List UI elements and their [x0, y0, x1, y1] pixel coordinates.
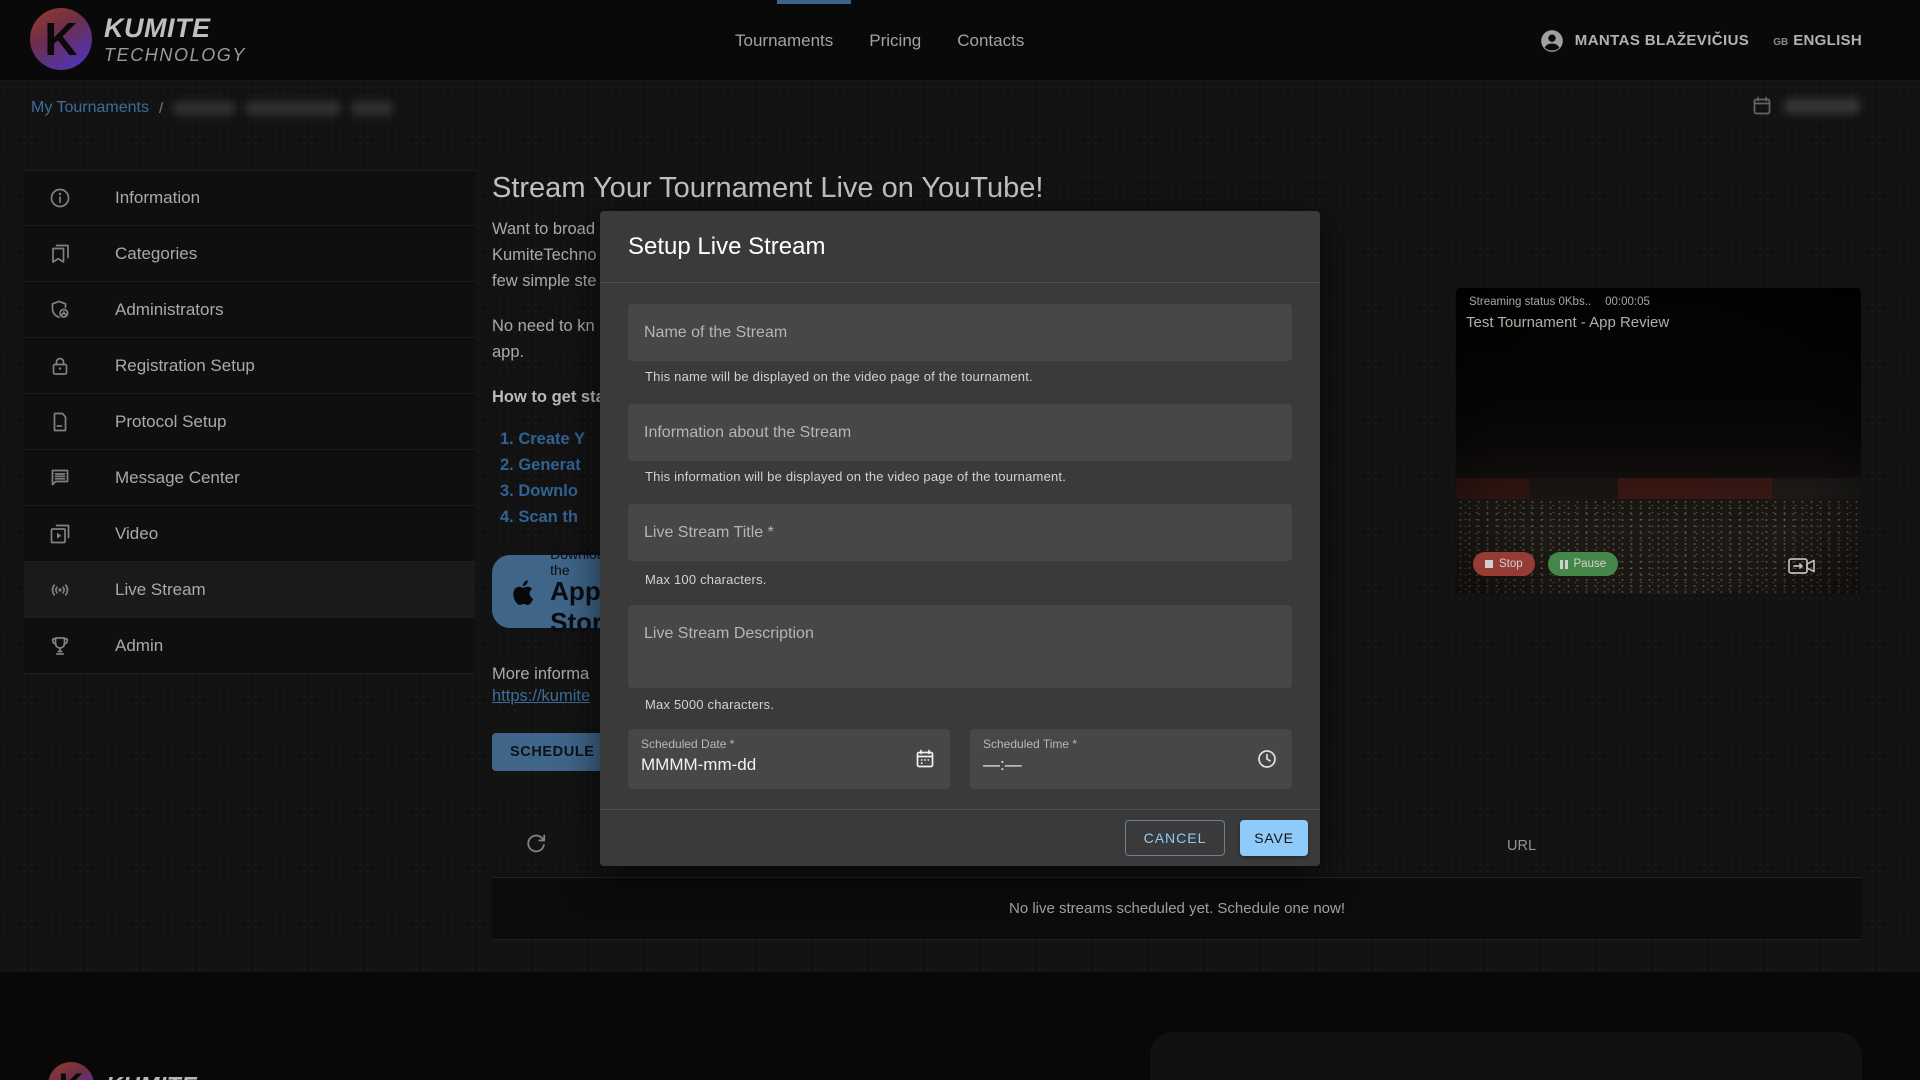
- scheduled-time-value: —:—: [983, 755, 1022, 775]
- stream-description-helper: Max 5000 characters.: [645, 697, 774, 712]
- stream-title-helper: Max 100 characters.: [645, 572, 767, 587]
- stream-name-input[interactable]: [628, 304, 1292, 361]
- stream-name-helper: This name will be displayed on the video…: [645, 369, 1033, 384]
- stream-info-input[interactable]: [628, 404, 1292, 461]
- app-root: K KUMITE TECHNOLOGY Tournaments Pricing …: [0, 0, 1920, 1080]
- scheduled-date-label: Scheduled Date *: [641, 737, 734, 751]
- scheduled-time-picker[interactable]: Scheduled Time * —:—: [970, 729, 1292, 789]
- stream-title-input[interactable]: [628, 504, 1292, 561]
- schedule-row: Scheduled Date * MMMM-mm-dd Scheduled Ti…: [628, 729, 1292, 789]
- dialog-title: Setup Live Stream: [628, 233, 825, 261]
- scheduled-time-label: Scheduled Time *: [983, 737, 1077, 751]
- save-button[interactable]: SAVE: [1240, 820, 1308, 856]
- stream-description-input[interactable]: [628, 605, 1292, 688]
- scheduled-date-picker[interactable]: Scheduled Date * MMMM-mm-dd: [628, 729, 950, 789]
- scheduled-date-value: MMMM-mm-dd: [641, 755, 756, 775]
- setup-live-stream-dialog: Setup Live Stream This name will be disp…: [600, 211, 1320, 866]
- dialog-footer: CANCEL SAVE: [600, 809, 1320, 866]
- cancel-button[interactable]: CANCEL: [1125, 820, 1225, 856]
- dialog-header: Setup Live Stream: [600, 211, 1320, 283]
- calendar-icon: [913, 747, 937, 771]
- clock-icon: [1255, 747, 1279, 771]
- stream-info-helper: This information will be displayed on th…: [645, 469, 1066, 484]
